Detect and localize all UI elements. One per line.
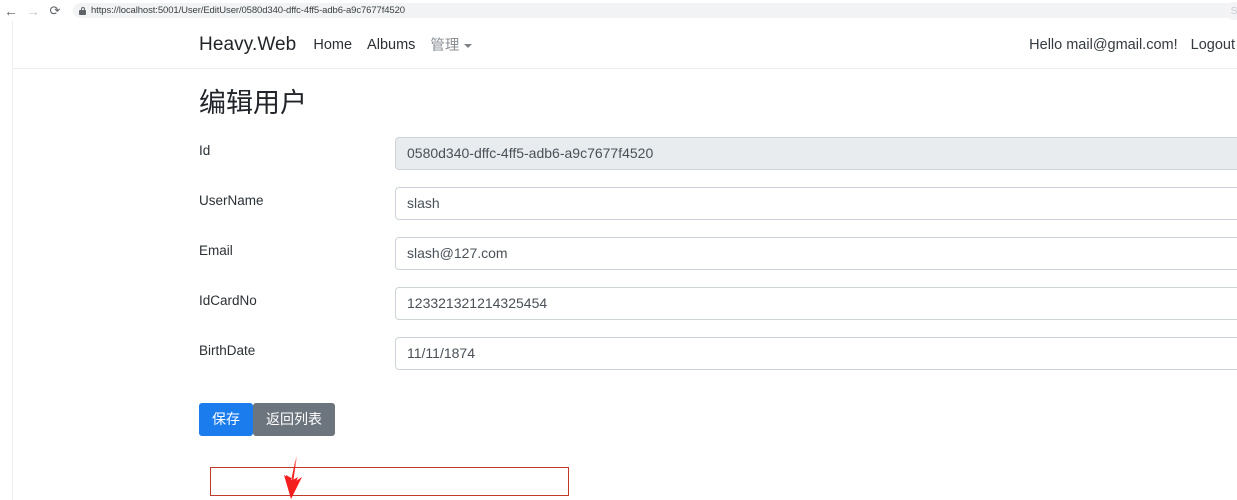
page-container: Heavy.Web Home Albums 管理 Hello mail@gmai… [12,21,1237,500]
form-actions: 保存 返回列表 [199,402,1237,436]
input-idcardno[interactable] [395,286,1237,320]
label-username: UserName [199,192,264,208]
brand-logo[interactable]: Heavy.Web [199,34,296,56]
save-button[interactable]: 保存 [199,402,253,436]
forward-arrow-icon[interactable]: → [22,0,44,21]
edit-user-form: 编辑用户 Id UserName Email IdCardNo BirthDat… [13,69,1237,436]
back-to-list-button[interactable]: 返回列表 [253,402,335,436]
input-birthdate[interactable] [395,336,1237,370]
form-row-id: Id [199,136,1237,187]
nav-item-manage[interactable]: 管理 [430,34,473,55]
annotation-arrow-icon [284,455,302,499]
site-navbar: Heavy.Web Home Albums 管理 Hello mail@gmai… [13,21,1237,69]
primary-nav: Home Albums 管理 [313,34,473,55]
input-id[interactable] [395,136,1237,170]
reload-icon[interactable]: ⟳ [44,0,66,21]
page-title: 编辑用户 [199,88,307,119]
nav-item-albums[interactable]: Albums [367,37,415,53]
address-bar[interactable]: https://localhost:5001/User/EditUser/058… [73,3,1237,18]
browser-toolbar: ← → ⟳ https://localhost:5001/User/EditUs… [0,0,1237,22]
annotation-highlight-box [210,467,569,496]
nav-item-home[interactable]: Home [313,37,352,53]
form-row-username: UserName [199,186,1237,237]
form-row-email: Email [199,236,1237,287]
lock-icon [79,6,86,15]
label-id: Id [199,142,211,158]
form-row-idcardno: IdCardNo [199,286,1237,337]
form-row-birthdate: BirthDate [199,336,1237,387]
back-arrow-icon[interactable]: ← [0,0,22,21]
user-nav: Hello mail@gmail.com! Logout [1029,21,1237,69]
page-viewport: Heavy.Web Home Albums 管理 Hello mail@gmai… [0,21,1237,500]
user-greeting[interactable]: Hello mail@gmail.com! [1029,37,1177,53]
address-bar-url: https://localhost:5001/User/EditUser/058… [91,5,405,16]
input-username[interactable] [395,186,1237,220]
nav-item-manage-label: 管理 [430,38,460,54]
label-email: Email [199,242,233,258]
logout-link[interactable]: Logout [1191,37,1235,53]
label-birthdate: BirthDate [199,342,256,358]
label-idcardno: IdCardNo [199,292,257,308]
input-email[interactable] [395,236,1237,270]
chevron-down-icon [464,44,473,49]
avatar[interactable]: S [1225,2,1237,20]
